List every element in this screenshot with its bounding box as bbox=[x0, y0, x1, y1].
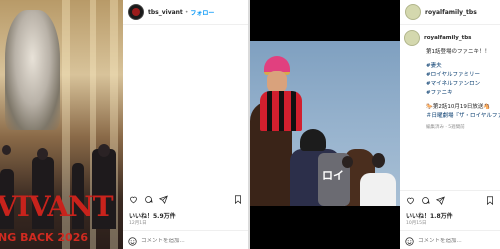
bystander-head bbox=[372, 153, 385, 168]
post-header: tbs_vivant • フォロー bbox=[123, 0, 248, 24]
comment-icon[interactable] bbox=[144, 195, 153, 204]
follow-button[interactable]: フォロー bbox=[190, 8, 214, 17]
comment-input[interactable] bbox=[141, 238, 196, 244]
avatar[interactable] bbox=[404, 30, 420, 46]
avatar[interactable] bbox=[405, 4, 421, 20]
post-image-royalfamily[interactable]: ロイ bbox=[250, 0, 400, 249]
person-head bbox=[2, 145, 11, 155]
caption-username[interactable]: royalfamily_tbs bbox=[424, 35, 471, 41]
action-bar bbox=[129, 195, 174, 204]
bookmark-icon[interactable] bbox=[486, 196, 494, 205]
handler-helmet bbox=[300, 129, 326, 151]
separator-dot: • bbox=[184, 8, 189, 16]
post-card-vivant: VIVANT NG BACK 2026 tbs_vivant • フォロー いい… bbox=[0, 0, 248, 249]
jockey-face bbox=[267, 71, 287, 93]
jockey-photo: ロイ bbox=[250, 41, 400, 206]
divider bbox=[400, 24, 500, 25]
program-hashtag[interactable]: ＃日曜劇場『ザ・ロイヤルファ bbox=[426, 112, 500, 121]
caption-body: 第1話登場のファニキ！！ #妻夫 #ロイヤルファミリー #マイネルファンロン #… bbox=[426, 48, 500, 132]
emoji-icon[interactable] bbox=[128, 236, 137, 246]
vivant-title-text: VIVANT bbox=[0, 190, 114, 223]
broadcast-announce: 🐎第2話10月19日放送🐴 bbox=[426, 104, 491, 110]
likes-count[interactable]: いいね！5.9万件 bbox=[129, 211, 176, 220]
person-head bbox=[37, 148, 48, 160]
caption-header: royalfamily_tbs bbox=[404, 30, 498, 46]
hashtag[interactable]: #妻夫 bbox=[426, 62, 498, 71]
hashtag[interactable]: #ファニキ bbox=[426, 89, 498, 98]
divider bbox=[123, 24, 248, 25]
statue bbox=[5, 10, 60, 130]
post-side-panel: royalfamily_tbs royalfamily_tbs 第1話登場のファ… bbox=[400, 0, 500, 249]
comment-icon[interactable] bbox=[421, 196, 430, 205]
post-header: royalfamily_tbs bbox=[400, 0, 500, 24]
hashtag[interactable]: #マイネルファンロン bbox=[426, 80, 498, 89]
person-head bbox=[98, 144, 110, 157]
share-icon[interactable] bbox=[436, 196, 445, 205]
hashtag[interactable]: #ロイヤルファミリー bbox=[426, 71, 498, 80]
edited-meta: 編集済み · 5週間前 bbox=[426, 125, 465, 130]
bystander-head bbox=[342, 156, 353, 168]
caption: royalfamily_tbs 第1話登場のファニキ！！ #妻夫 #ロイヤルファ… bbox=[404, 30, 500, 132]
vest-text: ロイ bbox=[322, 169, 344, 182]
post-card-royalfamily: ロイ royalfamily_tbs royalfamily_tbs 第1話登場… bbox=[250, 0, 500, 249]
share-icon[interactable] bbox=[159, 195, 168, 204]
bookmark-icon[interactable] bbox=[234, 195, 242, 204]
post-side-panel: tbs_vivant • フォロー いいね！5.9万件 12月1日 bbox=[123, 0, 248, 249]
comment-bar bbox=[123, 230, 248, 249]
comment-input[interactable] bbox=[418, 238, 473, 244]
post-image-vivant[interactable]: VIVANT NG BACK 2026 bbox=[0, 0, 123, 249]
divider bbox=[400, 190, 500, 191]
caption-text: 第1話登場のファニキ！！ bbox=[426, 49, 491, 55]
bystander bbox=[360, 173, 396, 206]
heart-icon[interactable] bbox=[129, 195, 138, 204]
likes-count[interactable]: いいね！1.8万件 bbox=[406, 211, 453, 220]
action-bar bbox=[406, 196, 451, 205]
jockey-silks bbox=[260, 91, 302, 131]
username-link[interactable]: tbs_vivant bbox=[148, 9, 183, 16]
post-date: 12月1日 bbox=[129, 221, 147, 226]
vivant-tagline: NG BACK 2026 bbox=[0, 231, 89, 244]
comment-bar bbox=[400, 230, 500, 249]
heart-icon[interactable] bbox=[406, 196, 415, 205]
username-link[interactable]: royalfamily_tbs bbox=[425, 9, 477, 16]
emoji-icon[interactable] bbox=[405, 236, 414, 246]
post-date: 10月15日 bbox=[406, 221, 427, 226]
avatar[interactable] bbox=[128, 4, 144, 20]
